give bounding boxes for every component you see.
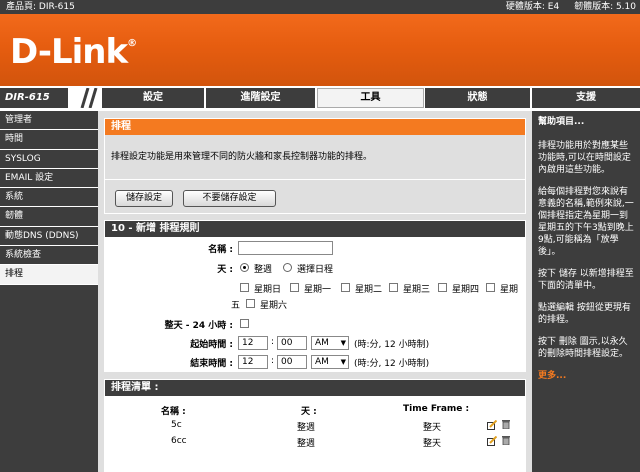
help-paragraph: 排程功能用於對應某些功能時,可以在時間設定內啟用這些功能。 (538, 141, 631, 175)
help-panel: 幫助項目... 排程功能用於對應某些功能時,可以在時間設定內啟用這些功能。 給每… (532, 111, 640, 472)
start-ampm-select[interactable]: AM ▼ (311, 336, 349, 350)
chevron-down-icon: ▼ (340, 339, 346, 347)
day-label-mon: 星期一 (304, 285, 332, 295)
col-header-time-frame: Time Frame : (403, 404, 470, 414)
col-header-day: 天 : (301, 407, 317, 417)
day-label-sat: 星期六 (260, 301, 288, 311)
time-format-hint: (時:分, 12 小時制) (354, 340, 430, 350)
section-title: 排程 (105, 119, 525, 135)
day-checkbox-wed[interactable] (389, 283, 398, 292)
name-label: 名稱 : (208, 245, 233, 255)
day-checkbox-tue[interactable] (341, 283, 350, 292)
schedules-section: 排程 排程設定功能是用來管理不同的防火牆和家長控制器功能的排程。 儲存設定 不要… (104, 118, 526, 214)
sidebar-item-admin[interactable]: 管理者 (0, 111, 98, 131)
product-page-label: 產品頁: DIR-615 (6, 2, 75, 12)
sidebar-item-firmware[interactable]: 韌體 (0, 207, 98, 227)
main-content: 排程 排程設定功能是用來管理不同的防火牆和家長控制器功能的排程。 儲存設定 不要… (98, 111, 532, 472)
day-label: 天 : (217, 265, 233, 275)
time-separator: : (271, 356, 275, 366)
top-navigation: DIR-615 設定 進階設定 工具 狀態 支援 (0, 86, 640, 110)
day-label-fri-part1: 星期 (500, 285, 519, 295)
section-title: 10 - 新增 排程規則 (105, 221, 525, 237)
sidebar-item-email[interactable]: EMAIL 設定 (0, 169, 98, 189)
firmware-version: 韌體版本: 5.10 (574, 2, 636, 12)
help-title: 幫助項目... (538, 117, 585, 127)
row-time-frame: 整天 (423, 439, 442, 449)
day-label-thu: 星期四 (452, 285, 480, 295)
tab-setup[interactable]: 設定 (102, 88, 205, 108)
header-banner: D-Link® (0, 14, 640, 86)
select-days-label: 選擇日程 (297, 265, 334, 275)
top-info-bar: 產品頁: DIR-615 硬體版本: E4 韌體版本: 5.10 (0, 0, 640, 14)
row-time-frame: 整天 (423, 423, 442, 433)
row-name: 6cc (171, 436, 187, 446)
all-week-label: 整週 (254, 265, 273, 275)
sidebar-item-schedules[interactable]: 排程 (0, 265, 98, 285)
model-label: DIR-615 (0, 88, 68, 108)
save-settings-button[interactable]: 儲存設定 (115, 190, 173, 207)
section-title: 排程清單 : (105, 380, 525, 396)
end-hour-input[interactable]: 12 (238, 355, 268, 369)
day-checkbox-thu[interactable] (438, 283, 447, 292)
sidebar-item-syslog[interactable]: SYSLOG (0, 150, 98, 169)
start-time-label: 起始時間 : (190, 340, 233, 350)
day-label-sun: 星期日 (254, 285, 282, 295)
hardware-version: 硬體版本: E4 (505, 2, 560, 12)
day-label-wed: 星期三 (403, 285, 431, 295)
row-name: 5c (171, 420, 182, 430)
start-hour-input[interactable]: 12 (238, 336, 268, 350)
delete-icon[interactable] (501, 419, 511, 429)
schedule-list-section: 排程清單 : 名稱 : 天 : Time Frame : 5c 整週 整天 6c… (104, 379, 526, 472)
dlink-logo: D-Link® (10, 32, 137, 72)
sidebar-item-system-check[interactable]: 系統檢查 (0, 246, 98, 266)
sidebar-item-time[interactable]: 時間 (0, 130, 98, 150)
edit-icon[interactable] (487, 420, 497, 430)
end-ampm-select[interactable]: AM ▼ (311, 355, 349, 369)
sidebar: 管理者 時間 SYSLOG EMAIL 設定 系統 韌體 動態DNS (DDNS… (0, 111, 98, 472)
day-checkbox-mon[interactable] (290, 283, 299, 292)
day-label-fri-part2: 五 (231, 301, 241, 311)
col-header-name: 名稱 : (161, 407, 186, 417)
row-day: 整週 (297, 439, 316, 449)
slash-decoration-icon (80, 88, 98, 108)
help-paragraph: 給每個排程對您來說有意義的名稱,範例來說,一個排程指定為星期一到星期五的下午3點… (538, 187, 634, 257)
section-description: 排程設定功能是用來管理不同的防火牆和家長控制器功能的排程。 (111, 152, 373, 162)
day-checkbox-sun[interactable] (240, 283, 249, 292)
add-schedule-rule-section: 10 - 新增 排程規則 名稱 : 天 : 整週 選擇日程 星期日 星期一 星期… (104, 220, 526, 372)
all-week-radio[interactable] (240, 263, 249, 272)
help-paragraph: 點選編輯 按鈕從更現有的排程。 (538, 303, 631, 325)
divider (105, 179, 525, 180)
end-minute-input[interactable]: 00 (277, 355, 307, 369)
start-minute-input[interactable]: 00 (277, 336, 307, 350)
time-format-hint: (時:分, 12 小時制) (354, 359, 430, 369)
chevron-down-icon: ▼ (340, 358, 346, 366)
tab-tools[interactable]: 工具 (317, 88, 424, 108)
time-separator: : (271, 337, 275, 347)
help-paragraph: 按下 刪除 圖示,以永久的刪除時間排程設定。 (538, 337, 629, 359)
schedule-name-input[interactable] (238, 241, 333, 255)
day-label-tue: 星期二 (355, 285, 383, 295)
dont-save-settings-button[interactable]: 不要儲存設定 (183, 190, 276, 207)
edit-icon[interactable] (487, 436, 497, 446)
day-checkbox-sat[interactable] (246, 299, 255, 308)
row-day: 整週 (297, 423, 316, 433)
more-help-link[interactable]: 更多... (538, 370, 634, 382)
end-time-label: 結束時間 : (190, 359, 233, 369)
tab-support[interactable]: 支援 (532, 88, 640, 108)
all-day-label: 整天 - 24 小時 : (164, 321, 233, 331)
all-day-checkbox[interactable] (240, 319, 249, 328)
help-paragraph: 按下 儲存 以新增排程至下面的清單中。 (538, 269, 634, 291)
sidebar-item-ddns[interactable]: 動態DNS (DDNS) (0, 227, 98, 247)
tab-status[interactable]: 狀態 (425, 88, 531, 108)
day-checkbox-fri[interactable] (486, 283, 495, 292)
delete-icon[interactable] (501, 435, 511, 445)
tab-advanced[interactable]: 進階設定 (206, 88, 316, 108)
select-days-radio[interactable] (283, 263, 292, 272)
sidebar-item-system[interactable]: 系統 (0, 188, 98, 208)
